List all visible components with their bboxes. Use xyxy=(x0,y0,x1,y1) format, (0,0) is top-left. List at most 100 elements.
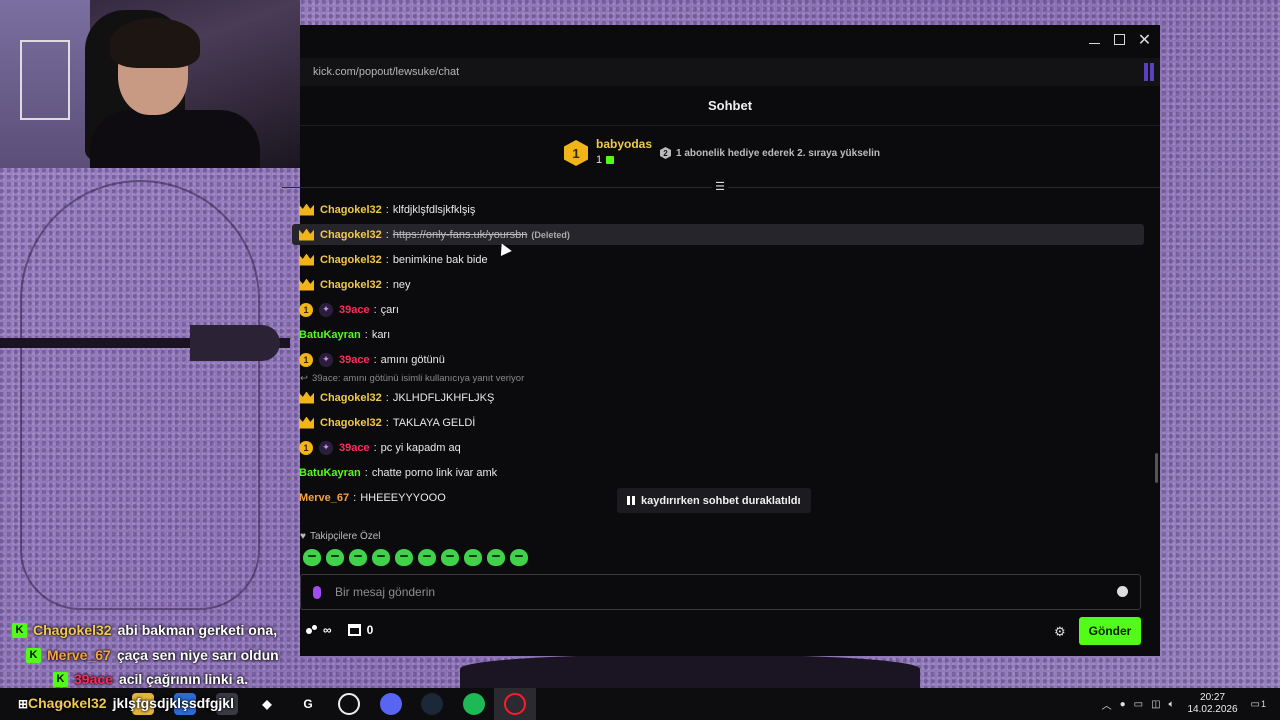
maximize-button[interactable] xyxy=(1112,32,1127,47)
close-button[interactable]: ✕ xyxy=(1137,32,1152,49)
clock[interactable]: 20:27 14.02.2026 xyxy=(1183,692,1243,716)
heart-icon: ♥ xyxy=(300,531,306,542)
points-button[interactable]: ∞ xyxy=(306,623,332,637)
chat-message[interactable]: Chagokel32: https://only-fans.uk/yoursbn… xyxy=(292,224,1144,245)
deleted-link: https://only-fans.uk/yoursbn xyxy=(392,228,528,241)
opera-gx-icon[interactable] xyxy=(504,693,526,715)
emote-icon[interactable] xyxy=(349,549,367,566)
chat-username[interactable]: 39ace xyxy=(339,304,370,316)
chat-text: pc yi kapadm aq xyxy=(380,441,461,454)
leader-username[interactable]: babyodas xyxy=(596,137,652,151)
notification-icon[interactable]: ▭ 1 xyxy=(1251,699,1266,710)
battery-icon[interactable]: ▭ xyxy=(1134,699,1143,710)
crown-icon xyxy=(299,278,314,291)
emote-icon[interactable] xyxy=(464,549,482,566)
message-input[interactable]: Bir mesaj gönderin xyxy=(300,574,1141,610)
microphone-icon[interactable]: ● xyxy=(1120,699,1126,710)
emote-bar xyxy=(303,549,528,566)
emote-icon[interactable] xyxy=(372,549,390,566)
chat-username[interactable]: BatuKayran xyxy=(299,329,361,341)
chat-username[interactable]: Chagokel32 xyxy=(320,254,382,266)
chat-popout-window: ✕ kick.com/popout/lewsuke/chat Sohbet 1 … xyxy=(282,25,1160,656)
chat-message[interactable]: 1 ✦ 39ace: pc yi kapadm aq xyxy=(292,435,1152,460)
chat-username[interactable]: Chagokel32 xyxy=(320,279,382,291)
kick-logo-icon: K xyxy=(53,671,68,687)
title-bar: ✕ xyxy=(300,25,1160,58)
emote-icon[interactable] xyxy=(303,549,321,566)
emote-icon[interactable] xyxy=(326,549,344,566)
kick-logo-icon: K xyxy=(26,647,41,663)
chat-username[interactable]: BatuKayran xyxy=(299,467,361,479)
webcam-feed xyxy=(0,0,300,168)
collapse-pinned-icon[interactable]: ☰ xyxy=(712,181,728,193)
crown-icon xyxy=(299,391,314,404)
reply-icon: ↩ xyxy=(300,373,308,384)
send-button[interactable]: Gönder xyxy=(1079,617,1141,645)
chat-footer: ∞ 0 ⚙ Gönder xyxy=(300,617,1160,647)
crown-icon xyxy=(299,228,314,241)
emote-icon[interactable] xyxy=(418,549,436,566)
chat-message[interactable]: Chagokel32: JKLHDFLJKHFLJKŞ xyxy=(292,385,1152,410)
chat-text: karı xyxy=(371,328,391,341)
subscriber-badge: 1 xyxy=(299,302,313,317)
store-icon xyxy=(347,624,361,636)
chat-username[interactable]: 39ace xyxy=(339,442,370,454)
deleted-tag: (Deleted) xyxy=(531,229,570,240)
chat-message[interactable]: Chagokel32: benimkine bak bide xyxy=(292,247,1152,272)
network-icon[interactable]: ◫ xyxy=(1151,699,1160,710)
obs-icon[interactable] xyxy=(338,693,360,715)
chat-message[interactable]: Chagokel32: ney xyxy=(292,272,1152,297)
chat-message[interactable]: BatuKayran: karı xyxy=(292,322,1152,347)
gift-leaderboard[interactable]: 1 babyodas 1 2 1 abonelik hediye ederek … xyxy=(564,137,880,166)
chat-text: TAKLAYA GELDİ xyxy=(392,416,476,429)
unity-icon[interactable]: ◆ xyxy=(256,693,278,715)
reply-context[interactable]: ↩ 39ace: amını götünü isimli kullanıcıya… xyxy=(292,372,1152,385)
emote-icon[interactable] xyxy=(441,549,459,566)
app-g-icon[interactable]: G xyxy=(297,693,319,715)
chat-username[interactable]: Merve_67 xyxy=(299,492,349,504)
volume-icon[interactable]: 🔈︎ xyxy=(1169,699,1175,710)
chat-message[interactable]: Chagokel32: TAKLAYA GELDİ xyxy=(292,410,1152,435)
chat-message[interactable]: Chagokel32: klfdjklşfdlsjkfklşiş xyxy=(292,197,1152,222)
url-bar[interactable]: kick.com/popout/lewsuke/chat xyxy=(300,58,1160,86)
store-button[interactable]: 0 xyxy=(347,623,373,637)
tray-expand-icon[interactable]: ︿ xyxy=(1102,697,1112,712)
background-art xyxy=(460,655,920,690)
microphone-icon[interactable] xyxy=(313,585,321,599)
chat-username[interactable]: Chagokel32 xyxy=(320,229,382,241)
rank-badge: 1 xyxy=(564,140,588,166)
chat-text: HHEEEYYYOOO xyxy=(360,491,446,504)
spotify-icon[interactable] xyxy=(463,693,485,715)
divider xyxy=(300,125,1160,126)
background-art xyxy=(190,325,280,361)
chat-text: klfdjklşfdlsjkfklşiş xyxy=(392,203,476,216)
chat-paused-button[interactable]: kaydırırken sohbet duraklatıldı xyxy=(617,488,811,513)
rank-2-icon: 2 xyxy=(660,147,672,159)
chat-message[interactable]: 1 ✦ 39ace: çarı xyxy=(292,297,1152,322)
chat-message[interactable]: BatuKayran: chatte porno link ivar amk xyxy=(292,460,1152,485)
system-tray: ︿ ● ▭ ◫ 🔈︎ 20:27 14.02.2026 ▭ 1 xyxy=(1102,688,1280,720)
emoji-picker-icon[interactable] xyxy=(1117,586,1128,597)
discord-icon[interactable] xyxy=(380,693,402,715)
extension-icon[interactable] xyxy=(1150,63,1154,81)
steam-icon[interactable] xyxy=(421,693,443,715)
emote-icon[interactable] xyxy=(487,549,505,566)
alien-badge-icon: ✦ xyxy=(319,302,333,317)
minimize-icon xyxy=(1089,43,1100,44)
chat-text: amını götünü xyxy=(380,353,445,366)
chat-username[interactable]: Chagokel32 xyxy=(320,204,382,216)
chat-username[interactable]: Chagokel32 xyxy=(320,417,382,429)
chat-text: chatte porno link ivar amk xyxy=(371,466,498,479)
chat-message[interactable]: 1 ✦ 39ace: amını götünü xyxy=(292,347,1152,372)
emote-icon[interactable] xyxy=(395,549,413,566)
chat-messages[interactable]: Chagokel32: klfdjklşfdlsjkfklşiş Chagoke… xyxy=(292,197,1152,522)
emote-icon[interactable] xyxy=(510,549,528,566)
minimize-button[interactable] xyxy=(1087,32,1102,47)
followers-only-label: ♥ Takipçilere Özel xyxy=(300,531,381,542)
settings-gear-icon[interactable]: ⚙ xyxy=(1054,624,1066,640)
alien-badge-icon: ✦ xyxy=(319,352,333,367)
chat-username[interactable]: 39ace xyxy=(339,354,370,366)
scrollbar[interactable] xyxy=(1155,453,1158,483)
overlay-message: K 39ace acil çağrının linki a. xyxy=(53,669,248,689)
chat-username[interactable]: Chagokel32 xyxy=(320,392,382,404)
